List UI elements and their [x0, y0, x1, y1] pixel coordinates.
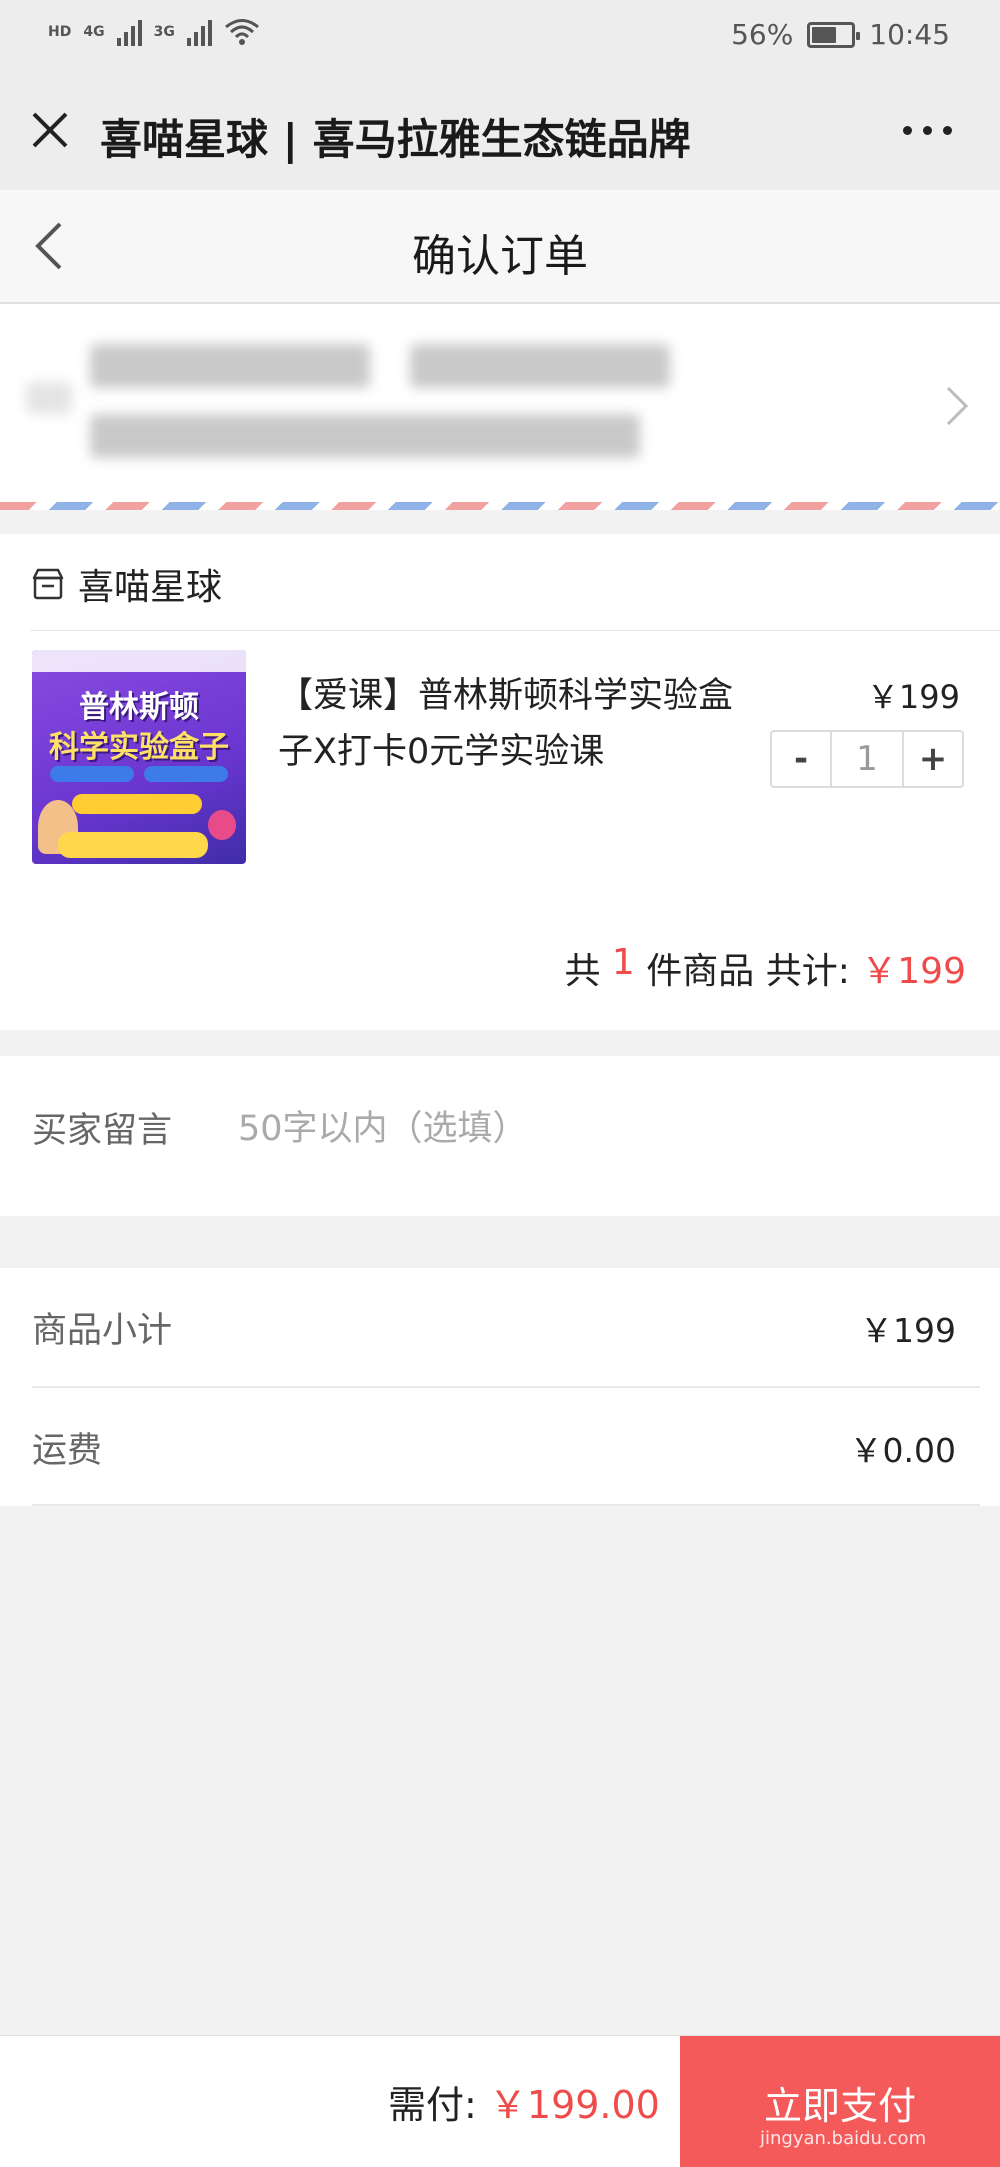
product-price: ￥199: [866, 678, 960, 716]
page-nav: 确认订单: [0, 190, 1000, 304]
image-footer-banner: [58, 832, 208, 858]
image-tag-2: [144, 766, 228, 782]
image-title-line-1: 普林斯顿: [79, 690, 199, 725]
network-4g-label: 4G: [83, 24, 105, 40]
blurred-address-line-2: [90, 414, 640, 458]
summary-count: 1: [611, 942, 635, 983]
watermark: jingyan.baidu.com: [760, 2128, 927, 2149]
pay-label: 需付:: [388, 2083, 489, 2127]
blurred-address-line-1b: [410, 344, 670, 388]
battery-fill: [812, 26, 836, 43]
quantity-value[interactable]: 1: [830, 732, 904, 786]
summary-suffix: 件商品 共计:: [634, 951, 862, 992]
shop-name: 喜喵星球: [78, 567, 223, 608]
pay-amount-value: ￥199.00: [488, 2083, 660, 2127]
battery-percent: 56%: [731, 18, 794, 51]
store-icon: [32, 568, 64, 600]
totals-section: 商品小计 ￥199 运费 ￥0.00: [0, 1268, 1000, 1506]
more-dots-icon[interactable]: [903, 126, 952, 135]
network-3g-label: 3G: [153, 24, 175, 40]
subtotal-value: ￥199: [860, 1311, 956, 1350]
product-image[interactable]: 普林斯顿 科学实验盒子: [32, 650, 246, 864]
wifi-icon: [224, 19, 259, 45]
summary-prefix: 共: [564, 951, 612, 992]
divider: [32, 1504, 980, 1506]
chevron-right-icon: [946, 386, 969, 426]
buyer-message-section: 买家留言: [0, 1056, 1000, 1216]
product-name[interactable]: 【爱课】普林斯顿科学实验盒子X打卡0元学实验课: [278, 668, 748, 780]
signal-4g-icon: [116, 18, 142, 46]
image-banner: [72, 794, 202, 814]
buyer-message-label: 买家留言: [32, 1111, 173, 1151]
buyer-message-input[interactable]: [238, 1104, 938, 1154]
subtotal-row: 商品小计 ￥199: [0, 1268, 1000, 1386]
status-bar: HD 4G 3G 56% 10:45: [0, 0, 1000, 72]
image-title-line-2: 科学实验盒子: [49, 730, 229, 765]
status-left: HD 4G 3G: [48, 18, 260, 46]
shipping-row: 运费 ￥0.00: [0, 1388, 1000, 1506]
close-icon[interactable]: [28, 108, 72, 152]
signal-3g-icon: [186, 18, 212, 46]
blurred-address-line-1: [90, 344, 370, 388]
battery-icon: [807, 21, 861, 48]
divider: [30, 630, 1000, 631]
shop-section: 喜喵星球 普林斯顿 科学实验盒子 【爱课】普林斯顿科学实验盒子X打卡0元学实验课…: [0, 534, 1000, 1030]
shop-header: 喜喵星球: [30, 558, 222, 610]
subtotal-label: 商品小计: [32, 1311, 173, 1351]
status-right: 56% 10:45: [731, 18, 950, 51]
app-bar: 喜喵星球 | 喜马拉雅生态链品牌: [0, 72, 1000, 190]
blurred-location-mark: [26, 382, 72, 414]
pay-amount: 需付: ￥199.00: [388, 2074, 660, 2129]
quantity-stepper: - 1 +: [770, 730, 964, 788]
status-time: 10:45: [869, 18, 950, 51]
image-tag-1: [50, 766, 134, 782]
address-card[interactable]: [0, 304, 1000, 510]
hd-indicator: HD: [48, 24, 72, 40]
shipping-label: 运费: [32, 1431, 103, 1471]
airmail-stripe: [0, 502, 1000, 510]
image-brand-bar: [32, 650, 246, 672]
image-flask: [208, 810, 236, 840]
app-title: 喜喵星球 | 喜马拉雅生态链品牌: [100, 115, 691, 164]
page-title: 确认订单: [412, 231, 588, 282]
increment-button[interactable]: +: [904, 732, 962, 786]
summary-total: ￥199: [861, 951, 966, 992]
shipping-value: ￥0.00: [849, 1431, 956, 1470]
decrement-button[interactable]: -: [772, 732, 830, 786]
order-summary: 共 1 件商品 共计: ￥199: [564, 942, 966, 994]
